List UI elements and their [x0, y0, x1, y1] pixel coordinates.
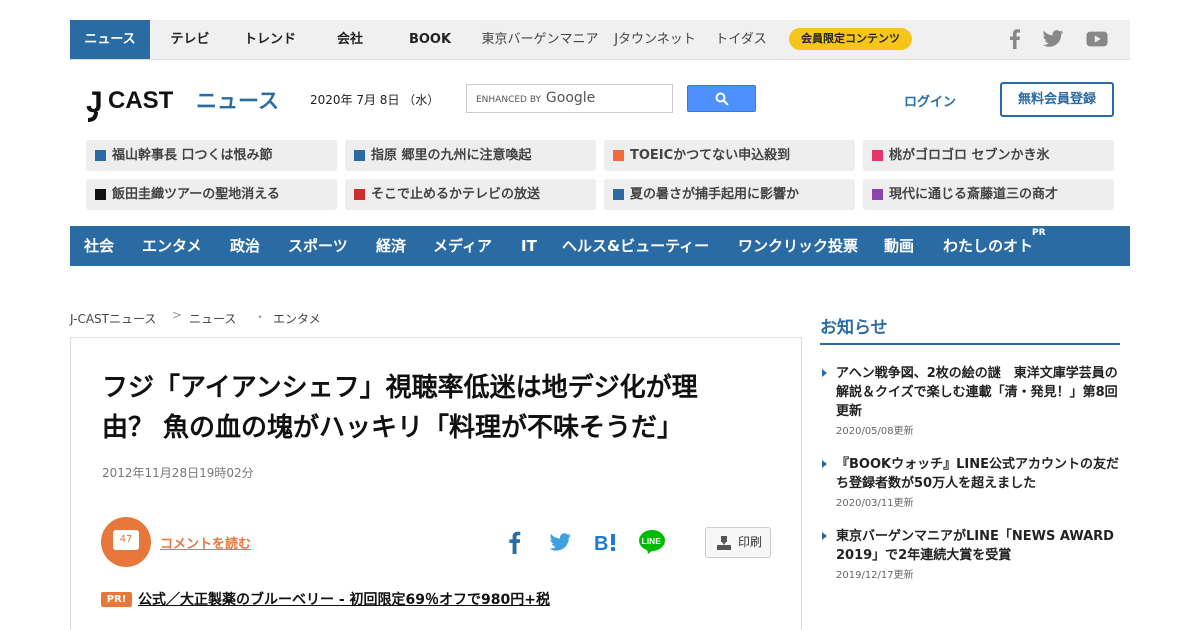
topnav-item-tv[interactable]: テレビ: [150, 20, 230, 59]
caret-right-icon: [822, 532, 827, 540]
category-it[interactable]: IT: [521, 226, 537, 266]
topic-marker: [354, 189, 365, 200]
search-input[interactable]: ENHANCED BY Google: [466, 84, 673, 113]
topic-marker: [872, 189, 883, 200]
caret-right-icon: [822, 460, 827, 468]
breadcrumb-separator: >: [172, 308, 183, 322]
search-enhanced-label: ENHANCED BY: [476, 95, 542, 105]
article-title-line2: 由？ 魚の血の塊がハッキリ「料理が不味そうだ」: [102, 413, 684, 443]
topic-label: 指原 郷里の九州に注意喚起: [371, 148, 532, 163]
hatena-bookmark-icon[interactable]: B: [592, 528, 620, 556]
topnav-item-news[interactable]: ニュース: [70, 20, 150, 59]
topic-label: 飯田圭織ツアーの聖地消える: [112, 187, 280, 202]
topnav-item-jtown[interactable]: Jタウンネット: [605, 20, 705, 59]
category-watashi-no-oto[interactable]: わたしのオト: [943, 226, 1033, 266]
topic-label: TOEICかつてない申込殺到: [630, 148, 791, 163]
current-date: 2020年 7月 8日 （水）: [310, 93, 440, 107]
category-video[interactable]: 動画: [884, 226, 914, 266]
topic-item[interactable]: そこで止めるかテレビの放送: [345, 179, 596, 210]
topnav-item-company[interactable]: 会社: [310, 20, 390, 59]
topic-item[interactable]: 桃がゴロゴロ セブンかき氷: [863, 140, 1114, 171]
category-health-beauty[interactable]: ヘルス&ビューティー: [562, 226, 709, 266]
topic-item[interactable]: 福山幹事長 口つくは恨み節: [86, 140, 337, 171]
top-nav: ニュース テレビ トレンド 会社 BOOK 東京バーゲンマニア Jタウンネット …: [70, 20, 1130, 60]
line-share-icon[interactable]: LINE: [638, 528, 666, 556]
topic-item[interactable]: 現代に通じる斎藤道三の商才: [863, 179, 1114, 210]
news-item-text: アヘン戦争図、2枚の絵の謎 東洋文庫学芸員の解説＆クイズで楽しむ連載「清・発見！…: [836, 366, 1118, 419]
topnav-item-book[interactable]: BOOK: [390, 20, 470, 59]
news-item-text: 東京バーゲンマニアがLINE「NEWS AWARD 2019」で2年連続大賞を受…: [836, 529, 1114, 563]
print-button[interactable]: 印刷: [705, 527, 771, 558]
twitter-icon[interactable]: [1042, 29, 1064, 49]
logo-cast: CAST: [108, 87, 174, 114]
breadcrumb-home[interactable]: J-CASTニュース: [70, 310, 156, 327]
facebook-share-icon[interactable]: [501, 528, 529, 556]
sidebar-title: お知らせ: [820, 318, 888, 338]
topic-marker: [95, 150, 106, 161]
print-icon: [717, 536, 731, 550]
article-title-line1: フジ「アイアンシェフ」視聴率低迷は地デジ化が理: [102, 373, 698, 403]
topic-marker: [354, 150, 365, 161]
pr-badge: PR!: [101, 592, 132, 607]
svg-text:LINE: LINE: [642, 536, 662, 546]
news-item-date: 2019/12/17更新: [836, 570, 914, 581]
comment-count-button[interactable]: 47: [101, 517, 151, 567]
topnav-item-toidas[interactable]: トイダス: [705, 20, 777, 59]
category-vote[interactable]: ワンクリック投票: [738, 226, 858, 266]
breadcrumb-separator: ・: [254, 310, 267, 324]
topnav-item-trend[interactable]: トレンド: [230, 20, 310, 59]
search-icon: [715, 92, 729, 106]
topic-item[interactable]: 指原 郷里の九州に注意喚起: [345, 140, 596, 171]
topic-label: 桃がゴロゴロ セブンかき氷: [889, 148, 1050, 163]
article-timestamp: 2012年11月28日19時02分: [102, 466, 254, 480]
news-item-text: 『BOOKウォッチ』LINE公式アカウントの友だち登録者数が50万人を超えました: [836, 457, 1119, 491]
comment-count: 47: [113, 530, 139, 550]
logo-news: ニュース: [196, 89, 279, 113]
category-politics[interactable]: 政治: [230, 226, 260, 266]
read-comments-link[interactable]: コメントを読む: [160, 533, 251, 552]
print-label: 印刷: [738, 535, 763, 549]
search-button[interactable]: [687, 85, 756, 112]
topnav-item-bargain[interactable]: 東京バーゲンマニア: [475, 20, 605, 59]
caret-right-icon: [822, 369, 827, 377]
category-entame[interactable]: エンタメ: [142, 226, 202, 266]
facebook-icon[interactable]: [1004, 29, 1026, 49]
news-item-date: 2020/03/11更新: [836, 498, 914, 509]
pr-ad-link[interactable]: 公式／大正製薬のブルーベリー - 初回限定69％オフで980円+税: [138, 589, 550, 609]
search-google-label: Google: [545, 90, 596, 106]
site-logo[interactable]: J CAST ニュース: [86, 82, 286, 122]
youtube-icon[interactable]: [1086, 29, 1108, 49]
topic-label: 夏の暑さが捕手起用に影響か: [630, 187, 800, 202]
topic-label: そこで止めるかテレビの放送: [371, 187, 541, 202]
svg-text:B: B: [594, 533, 608, 555]
sidebar-divider: [820, 343, 1120, 345]
topic-item[interactable]: TOEICかつてない申込殺到: [604, 140, 855, 171]
category-sports[interactable]: スポーツ: [288, 226, 348, 266]
login-link[interactable]: ログイン: [904, 91, 956, 110]
topic-label: 福山幹事長 口つくは恨み節: [112, 148, 273, 163]
breadcrumb-news[interactable]: ニュース: [189, 310, 236, 327]
topic-item[interactable]: 夏の暑さが捕手起用に影響か: [604, 179, 855, 210]
news-item-date: 2020/05/08更新: [836, 426, 914, 437]
topic-marker: [872, 150, 883, 161]
article-title: フジ「アイアンシェフ」視聴率低迷は地デジ化が理 由？ 魚の血の塊がハッキリ「料理…: [102, 368, 782, 448]
register-button[interactable]: 無料会員登録: [1000, 82, 1114, 117]
category-society[interactable]: 社会: [84, 226, 114, 266]
topic-marker: [613, 189, 624, 200]
topic-item[interactable]: 飯田圭織ツアーの聖地消える: [86, 179, 337, 210]
topic-marker: [613, 150, 624, 161]
topic-label: 現代に通じる斎藤道三の商才: [889, 187, 1059, 202]
category-economy[interactable]: 経済: [376, 226, 406, 266]
topic-marker: [95, 189, 106, 200]
breadcrumb-entame[interactable]: エンタメ: [273, 310, 321, 327]
category-nav: 社会 エンタメ 政治 スポーツ 経済 メディア IT ヘルス&ビューティー ワン…: [70, 226, 1130, 266]
twitter-share-icon[interactable]: [546, 528, 574, 556]
category-pr-badge: PR: [1032, 228, 1046, 238]
category-media[interactable]: メディア: [433, 226, 492, 266]
member-content-button[interactable]: 会員限定コンテンツ: [789, 28, 912, 50]
